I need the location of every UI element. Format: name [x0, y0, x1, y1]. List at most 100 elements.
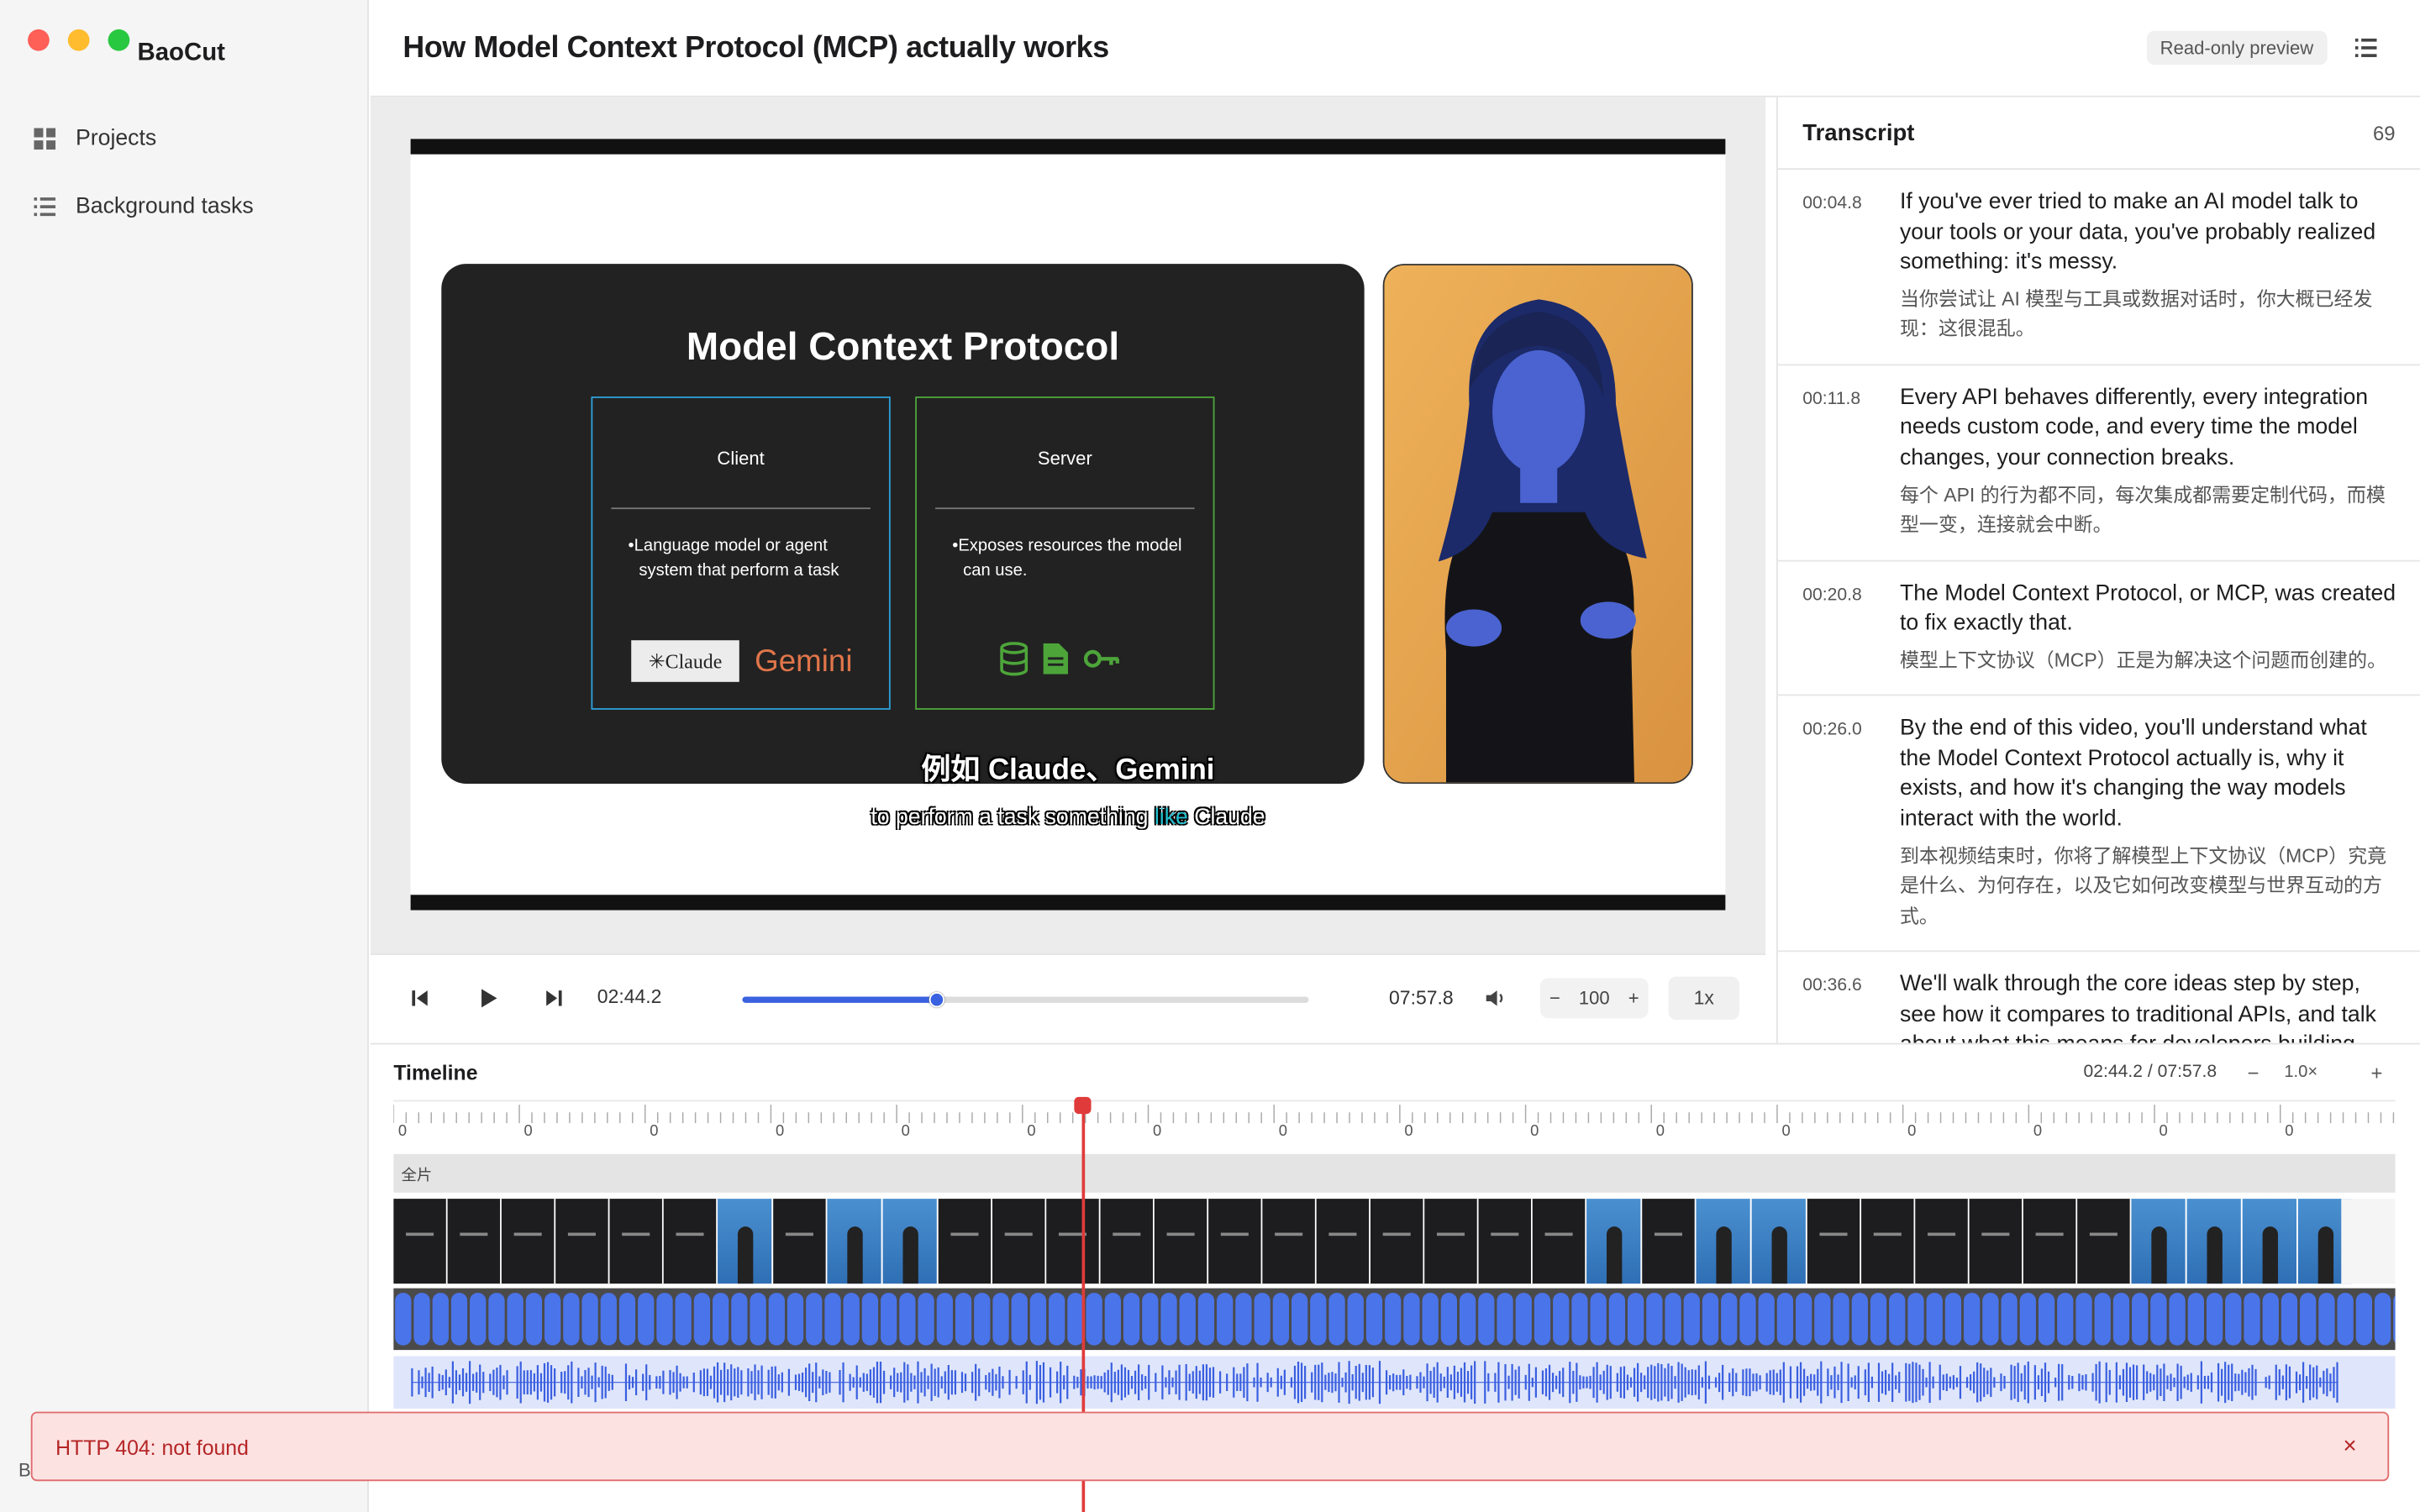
thumbnail-detail: [1382, 1232, 1411, 1236]
server-icons: [1000, 642, 1120, 676]
zoom-window-button[interactable]: [108, 29, 130, 51]
timeline-ruler[interactable]: 0 0 0 0 0 0 0 0 0 0 0 0 0 0 0 0: [392, 1100, 2396, 1143]
audio-segment: [1422, 1293, 1439, 1346]
waveform-track[interactable]: [393, 1356, 2396, 1409]
transcript-item[interactable]: 00:04.8 If you've ever tried to make an …: [1777, 170, 2420, 365]
audio-segment: [786, 1293, 804, 1346]
thumbnail-presenter: [1586, 1199, 1643, 1284]
audio-segments: [395, 1293, 2410, 1346]
thumbnail-detail: [406, 1232, 434, 1236]
presenter-image: [1384, 265, 1692, 783]
timeline-zoom-out-button[interactable]: −: [2236, 1058, 2270, 1089]
presenter-video: [1382, 264, 1693, 785]
list-icon: [34, 197, 56, 217]
video-frame[interactable]: Model Context Protocol Client •Language …: [410, 139, 1726, 911]
audio-segment: [395, 1293, 412, 1346]
list-view-icon[interactable]: [2354, 37, 2377, 59]
thumbnail-slide: [1208, 1199, 1263, 1284]
close-window-button[interactable]: [28, 29, 50, 51]
thumbnail-slide: [1424, 1199, 1479, 1284]
audio-segment: [1889, 1293, 1906, 1346]
audio-segment: [1870, 1293, 1887, 1346]
audio-segment: [1011, 1293, 1028, 1346]
audio-segment: [2150, 1293, 2167, 1346]
audio-segment: [1683, 1293, 1700, 1346]
thumbnail-slide: [1478, 1199, 1533, 1284]
audio-segment: [713, 1293, 729, 1346]
ruler-label: 0: [901, 1123, 910, 1141]
subtitle-text: to perform a task something: [871, 805, 1155, 831]
ruler-label: 0: [1655, 1123, 1665, 1141]
audio-segment: [806, 1293, 823, 1346]
audio-segment: [2132, 1293, 2149, 1346]
sidebar-item-background-tasks[interactable]: Background tasks: [34, 194, 254, 219]
audio-segment: [1590, 1293, 1607, 1346]
thumbnail-presenter: [2131, 1199, 2187, 1284]
thumbnail-detail: [1544, 1232, 1573, 1236]
transcript-item[interactable]: 00:36.6 We'll walk through the core idea…: [1778, 952, 2420, 1042]
audio-segment: [525, 1293, 543, 1346]
thumbnail-detail: [1436, 1232, 1465, 1236]
thumbnail-slide: [1100, 1199, 1155, 1284]
play-icon[interactable]: [477, 987, 499, 1009]
audio-segment: [1272, 1293, 1290, 1346]
thumbnail-slide: [1861, 1199, 1916, 1284]
playback-speed-button[interactable]: 1x: [1668, 976, 1739, 1021]
thumbnail-track[interactable]: [393, 1199, 2396, 1284]
client-title: Client: [717, 447, 765, 470]
thumbnail-figure: [2151, 1226, 2167, 1284]
thumbnail-detail: [950, 1232, 979, 1236]
audio-segment: [936, 1293, 953, 1346]
transcript-count: 69: [2372, 122, 2396, 145]
seek-handle[interactable]: [929, 991, 944, 1008]
audio-segment: [544, 1293, 561, 1346]
clip-track[interactable]: 全片: [393, 1153, 2396, 1193]
ruler-label: 0: [1781, 1123, 1791, 1141]
thumbnail-slide: [2077, 1199, 2132, 1284]
thumbnail-detail: [1275, 1232, 1303, 1236]
ruler-label: 0: [523, 1123, 533, 1141]
timeline-zoom-level: 1.0×: [2284, 1063, 2318, 1082]
transcript-item[interactable]: 00:26.0 By the end of this video, you'll…: [1777, 696, 2420, 953]
ruler-label: 0: [650, 1123, 659, 1141]
thumbnail-detail: [1928, 1232, 1956, 1236]
volume-decrease-button[interactable]: −: [1549, 987, 1560, 1009]
read-only-badge: Read-only preview: [2146, 30, 2328, 66]
audio-segment: [1029, 1293, 1047, 1346]
transcript-item[interactable]: 00:11.8 Every API behaves differently, e…: [1777, 365, 2420, 561]
grid-icon: [34, 128, 56, 150]
audio-segment: [1646, 1293, 1663, 1346]
skip-forward-icon[interactable]: [544, 987, 566, 1009]
volume-icon[interactable]: [1485, 987, 1507, 1009]
transcript-header: Transcript 69: [1777, 97, 2420, 171]
audio-track[interactable]: [393, 1288, 2410, 1351]
transcript-item[interactable]: 00:20.8 The Model Context Protocol, or M…: [1777, 561, 2420, 696]
slide-title: Model Context Protocol: [686, 325, 1120, 369]
audio-segment: [2019, 1293, 2036, 1346]
thumbnail-figure: [1771, 1226, 1787, 1284]
key-icon: [1083, 649, 1119, 668]
seek-bar[interactable]: [742, 991, 1309, 1008]
audio-segment: [824, 1293, 841, 1346]
transcript-text-en: We'll walk through the core ideas step b…: [1899, 972, 2376, 1042]
audio-segment: [2169, 1293, 2186, 1346]
audio-segment: [1123, 1293, 1140, 1346]
timeline-zoom-in-button[interactable]: +: [2360, 1058, 2393, 1089]
dismiss-error-button[interactable]: ×: [2344, 1433, 2357, 1459]
skip-back-icon[interactable]: [409, 987, 431, 1009]
thumbnail-slide: [447, 1199, 502, 1284]
ruler-label: 0: [1404, 1123, 1413, 1141]
ruler-label: 0: [2159, 1123, 2168, 1141]
sidebar-item-projects[interactable]: Projects: [34, 127, 156, 151]
minimize-window-button[interactable]: [67, 29, 90, 51]
audio-segment: [1440, 1293, 1458, 1346]
volume-stepper: − 100 +: [1540, 978, 1649, 1019]
thumbnail-slide: [1642, 1199, 1697, 1284]
thumbnail-figure: [1607, 1226, 1623, 1284]
thumbnail-slide: [1316, 1199, 1370, 1284]
duration: 07:57.8: [1389, 987, 1454, 1010]
thumbnail-detail: [567, 1232, 596, 1236]
volume-increase-button[interactable]: +: [1628, 987, 1639, 1009]
thumbnail-figure: [902, 1226, 918, 1284]
audio-segment: [1197, 1293, 1215, 1346]
